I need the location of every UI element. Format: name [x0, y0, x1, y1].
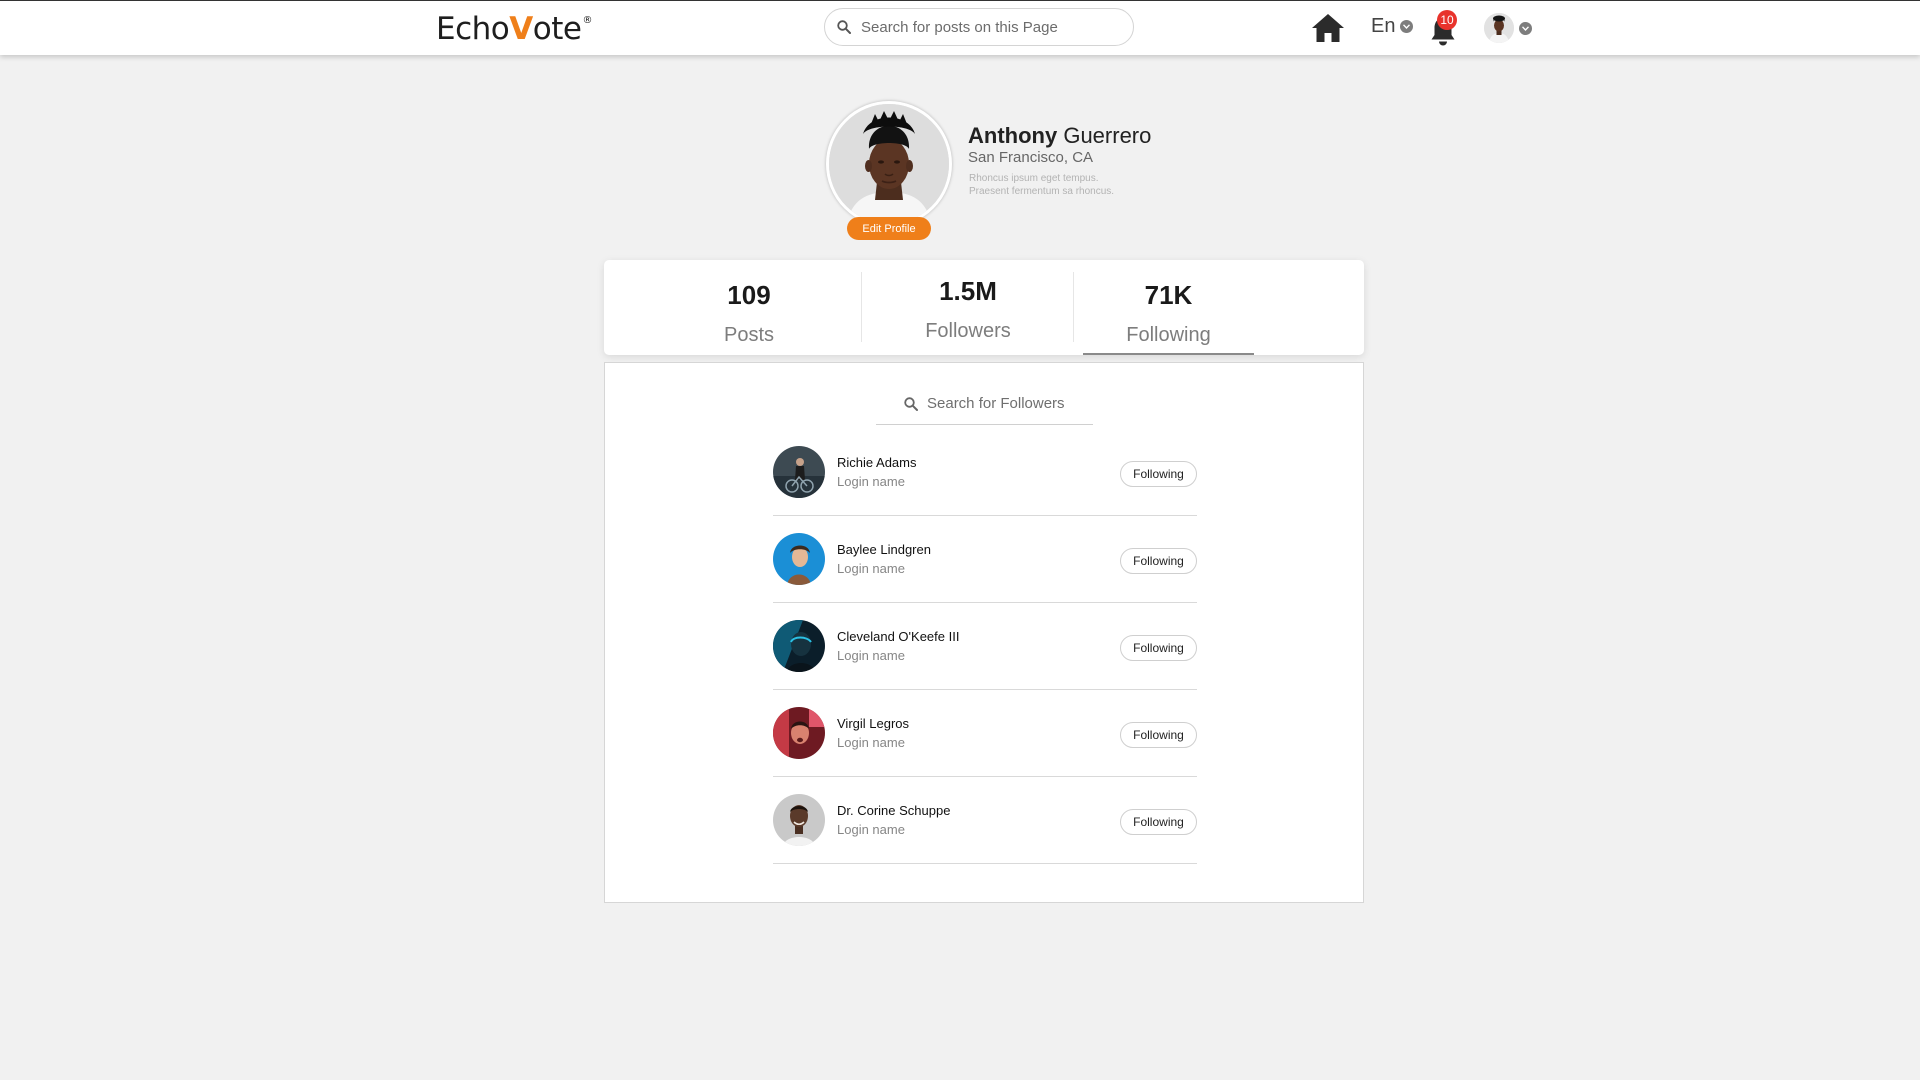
follower-name[interactable]: Cleveland O'Keefe III	[837, 629, 959, 644]
posts-count: 109	[727, 280, 771, 310]
tab-posts[interactable]: 109 Posts	[664, 260, 834, 355]
follower-name[interactable]: Richie Adams	[837, 455, 916, 470]
follower-row: Virgil Legros Login name Following	[773, 690, 1197, 777]
follower-login: Login name	[837, 648, 905, 663]
following-toggle-button[interactable]: Following	[1120, 722, 1197, 748]
language-label: En	[1371, 15, 1396, 37]
follower-login: Login name	[837, 822, 905, 837]
active-tab-indicator	[1083, 353, 1254, 355]
follower-name[interactable]: Baylee Lindgren	[837, 542, 931, 557]
followers-panel: Richie Adams Login name Following Baylee…	[604, 362, 1364, 903]
following-label: Following	[1126, 324, 1211, 346]
logo-check-mark: V	[509, 11, 533, 47]
top-nav-bar: Echo V ote ® En 10	[0, 0, 1920, 55]
following-count: 71K	[1144, 280, 1193, 310]
follower-row: Cleveland O'Keefe III Login name Followi…	[773, 603, 1197, 690]
follower-avatar[interactable]	[773, 794, 825, 846]
profile-location: San Francisco, CA	[968, 149, 1094, 166]
home-icon[interactable]	[1310, 12, 1346, 44]
tab-following[interactable]: 71K Following	[1083, 260, 1254, 355]
follower-login: Login name	[837, 474, 905, 489]
avatar	[1484, 13, 1514, 43]
follower-login: Login name	[837, 561, 905, 576]
search-icon	[904, 396, 918, 411]
follower-avatar[interactable]	[773, 533, 825, 585]
logo-text-ote: ote	[532, 11, 582, 47]
followers-search-input[interactable]	[927, 395, 1065, 412]
following-toggle-button[interactable]: Following	[1120, 635, 1197, 661]
language-selector[interactable]: En	[1371, 15, 1414, 38]
chevron-down-icon	[1519, 21, 1532, 35]
notification-count-badge: 10	[1437, 10, 1457, 30]
profile-bio-line: Praesent fermentum sa rhoncus.	[969, 186, 1115, 197]
posts-label: Posts	[723, 324, 775, 346]
following-toggle-button[interactable]: Following	[1120, 809, 1197, 835]
follower-avatar[interactable]	[773, 707, 825, 759]
follower-login: Login name	[837, 735, 905, 750]
profile-last-name: Guerrero	[1063, 123, 1152, 148]
follower-row: Dr. Corine Schuppe Login name Following	[773, 777, 1197, 864]
follower-name[interactable]: Dr. Corine Schuppe	[837, 803, 950, 818]
profile-first-name: Anthony	[968, 123, 1058, 148]
followers-label: Followers	[925, 320, 1011, 342]
following-toggle-button[interactable]: Following	[1120, 548, 1197, 574]
edit-profile-button[interactable]: Edit Profile	[847, 217, 931, 240]
stats-divider	[1073, 272, 1074, 342]
page-search-box[interactable]	[824, 8, 1134, 46]
account-menu[interactable]	[1484, 13, 1532, 43]
tab-followers[interactable]: 1.5M Followers	[862, 260, 1074, 355]
profile-bio: Rhoncus ipsum eget tempus. Praesent ferm…	[969, 172, 1114, 198]
following-toggle-button[interactable]: Following	[1120, 461, 1197, 487]
followers-search-box[interactable]	[876, 383, 1093, 425]
follower-avatar[interactable]	[773, 620, 825, 672]
profile-stats-card: 109 Posts 1.5M Followers 71K Following	[604, 260, 1364, 355]
follower-avatar[interactable]	[773, 446, 825, 498]
profile-bio-line: Rhoncus ipsum eget tempus.	[969, 173, 1099, 184]
echovote-logo[interactable]: Echo V ote ®	[436, 11, 592, 47]
logo-registered-mark: ®	[582, 15, 592, 26]
follower-name[interactable]: Virgil Legros	[837, 716, 909, 731]
profile-name: Anthony Guerrero	[968, 123, 1151, 149]
follower-row: Richie Adams Login name Following	[773, 429, 1197, 516]
page-search-input[interactable]	[861, 18, 1111, 36]
chevron-down-icon	[1400, 20, 1414, 33]
search-icon	[837, 20, 851, 34]
followers-count: 1.5M	[939, 276, 997, 306]
profile-photo	[826, 101, 952, 227]
follower-row: Baylee Lindgren Login name Following	[773, 516, 1197, 603]
logo-text-echo: Echo	[436, 11, 510, 47]
